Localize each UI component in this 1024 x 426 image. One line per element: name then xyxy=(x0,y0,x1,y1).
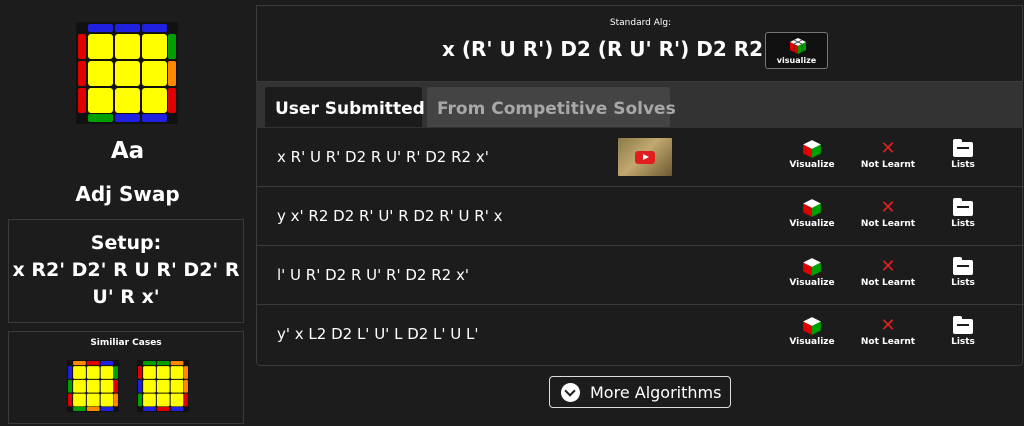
visualize-button[interactable]: Visualize xyxy=(787,197,837,229)
lists-button[interactable]: Lists xyxy=(943,315,983,347)
learn-status-toggle[interactable]: ✕ Not Learnt xyxy=(858,197,918,229)
case-panel: Aa Adj Swap Setup: x R2' D2' R U R' D2' … xyxy=(0,0,255,426)
visualize-button[interactable]: Visualize xyxy=(787,256,837,288)
alg-text: l' U R' D2 R U' R' D2 R2 x' xyxy=(277,266,469,284)
alg-text: y' x L2 D2 L' U' L D2 L' U L' xyxy=(277,325,479,343)
alg-source-tabs: User Submitted From Competitive Solves xyxy=(256,82,1023,128)
setup-box: Setup: x R2' D2' R U R' D2' R U' R x' xyxy=(8,219,244,323)
alg-row: l' U R' D2 R U' R' D2 R2 x' Visualize ✕ … xyxy=(257,246,1024,305)
more-algorithms-button[interactable]: More Algorithms xyxy=(549,376,731,408)
youtube-play-icon xyxy=(635,151,655,164)
lists-label: Lists xyxy=(951,160,975,170)
alg-row: y x' R2 D2 R' U' R D2 R' U R' x Visualiz… xyxy=(257,187,1024,246)
folder-icon xyxy=(943,315,983,337)
similar-cases-title: Similiar Cases xyxy=(90,338,162,348)
learn-status-toggle[interactable]: ✕ Not Learnt xyxy=(858,138,918,170)
case-subtitle: Adj Swap xyxy=(75,182,180,206)
rubiks-cube-icon xyxy=(787,138,837,160)
setup-label: Setup: xyxy=(90,232,162,254)
video-thumbnail[interactable] xyxy=(618,138,672,176)
chevron-down-circle-icon xyxy=(561,383,580,402)
learn-status-label: Not Learnt xyxy=(860,160,916,170)
tab-competitive-solves[interactable]: From Competitive Solves xyxy=(427,87,676,127)
visualize-label: Visualize xyxy=(789,219,835,229)
alg-row: y' x L2 D2 L' U' L D2 L' U L' Visualize … xyxy=(257,305,1024,364)
tab-user-submitted[interactable]: User Submitted xyxy=(265,87,425,127)
visualize-label: visualize xyxy=(776,56,817,65)
visualize-label: Visualize xyxy=(789,278,835,288)
learn-status-toggle[interactable]: ✕ Not Learnt xyxy=(858,315,918,347)
learn-status-label: Not Learnt xyxy=(860,337,916,347)
setup-alg: x R2' D2' R U R' D2' R U' R x' xyxy=(12,259,240,308)
standard-alg-panel: Standard Alg: x (R' U R') D2 (R U' R') D… xyxy=(256,5,1023,82)
x-icon: ✕ xyxy=(880,197,896,218)
alg-text: y x' R2 D2 R' U' R D2 R' U R' x xyxy=(277,207,503,225)
x-icon: ✕ xyxy=(880,256,896,277)
lists-button[interactable]: Lists xyxy=(943,256,983,288)
lists-label: Lists xyxy=(951,278,975,288)
visualize-button[interactable]: Visualize xyxy=(787,315,837,347)
rubiks-cube-icon xyxy=(787,315,837,337)
folder-icon xyxy=(943,197,983,219)
visualize-button[interactable]: Visualize xyxy=(787,138,837,170)
learn-status-label: Not Learnt xyxy=(860,278,916,288)
lists-button[interactable]: Lists xyxy=(943,138,983,170)
standard-visualize-button[interactable]: visualize xyxy=(765,32,828,69)
folder-icon xyxy=(943,138,983,160)
alg-list: x R' U R' D2 R U' R' D2 R2 x' Visualize … xyxy=(256,128,1024,366)
similar-case-cube[interactable] xyxy=(67,360,119,416)
more-algorithms-label: More Algorithms xyxy=(590,383,722,402)
x-icon: ✕ xyxy=(880,315,896,336)
lists-label: Lists xyxy=(951,219,975,229)
visualize-label: Visualize xyxy=(789,160,835,170)
rubiks-cube-icon xyxy=(787,197,837,219)
alg-text: x R' U R' D2 R U' R' D2 R2 x' xyxy=(277,148,489,166)
learn-status-label: Not Learnt xyxy=(860,219,916,229)
case-cube-diagram xyxy=(76,22,178,128)
similar-case-cube[interactable] xyxy=(137,360,189,416)
rubiks-cube-icon xyxy=(787,256,837,278)
x-icon: ✕ xyxy=(880,138,896,159)
lists-button[interactable]: Lists xyxy=(943,197,983,229)
visualize-label: Visualize xyxy=(789,337,835,347)
alg-row: x R' U R' D2 R U' R' D2 R2 x' Visualize … xyxy=(257,128,1024,187)
lists-label: Lists xyxy=(951,337,975,347)
case-name: Aa xyxy=(110,138,145,164)
learn-status-toggle[interactable]: ✕ Not Learnt xyxy=(858,256,918,288)
similar-cases-box: Similiar Cases xyxy=(8,331,244,424)
standard-alg-label: Standard Alg: xyxy=(609,18,672,28)
standard-alg: x (R' U R') D2 (R U' R') D2 R2 x' xyxy=(442,37,790,61)
folder-icon xyxy=(943,256,983,278)
